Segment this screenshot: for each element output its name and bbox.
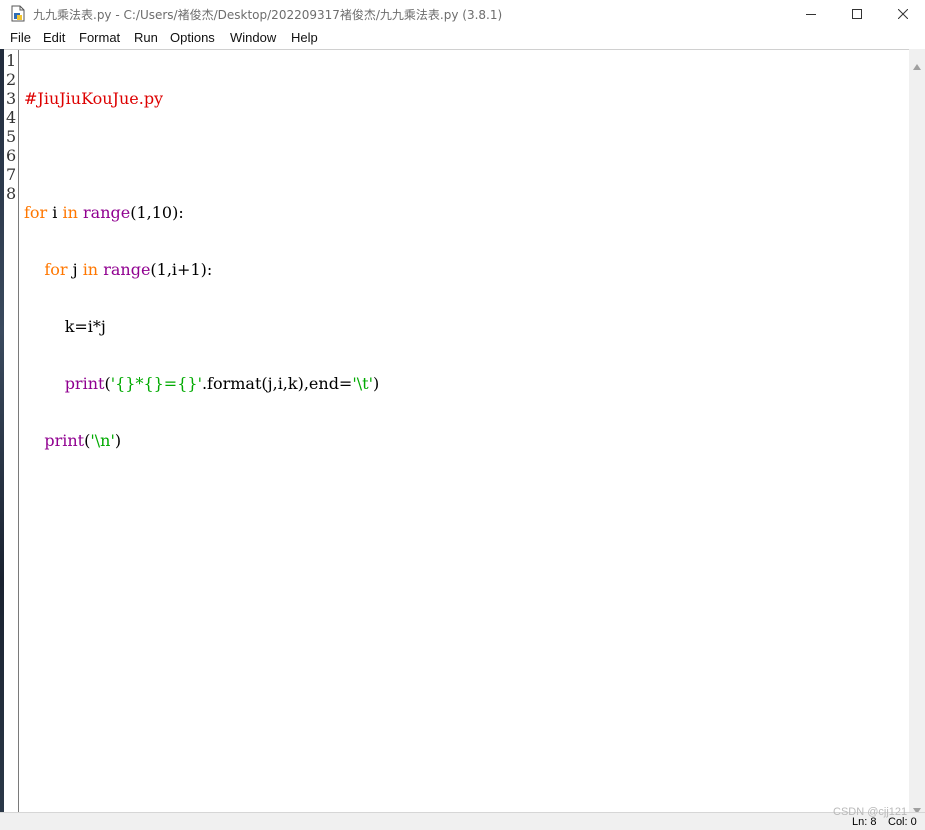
code-token: ): [372, 374, 380, 393]
menu-bar: File Edit Format Run Options Window Help: [0, 28, 925, 49]
maximize-icon: [852, 9, 862, 19]
menu-run[interactable]: Run: [134, 30, 158, 45]
code-line-4: for j in range(1,i+1):: [24, 260, 379, 279]
close-icon: [898, 9, 908, 19]
line-number: 4: [6, 108, 17, 127]
line-number: 3: [6, 89, 17, 108]
minimize-icon: [806, 9, 816, 19]
vertical-scrollbar[interactable]: [909, 49, 925, 814]
builtin-token: range: [83, 203, 131, 222]
title-bar[interactable]: 九九乘法表.py - C:/Users/褚俊杰/Desktop/20220931…: [0, 0, 925, 28]
builtin-token: print: [64, 374, 105, 393]
idle-file-icon: [10, 5, 26, 22]
line-number: 1: [6, 51, 17, 70]
keyword-token: in: [62, 203, 78, 222]
keyword-token: for: [44, 260, 68, 279]
code-token: k=i*j: [24, 317, 106, 336]
status-line: Ln: 8: [852, 816, 877, 828]
code-token: .format(j,i,k),end=: [201, 374, 353, 393]
window-title: 九九乘法表.py - C:/Users/褚俊杰/Desktop/20220931…: [33, 8, 503, 22]
close-button[interactable]: [880, 0, 925, 28]
keyword-token: for: [24, 203, 48, 222]
code-line-3: for i in range(1,10):: [24, 203, 379, 222]
builtin-token: print: [44, 431, 85, 450]
code-token: j: [67, 260, 83, 279]
maximize-button[interactable]: [834, 0, 880, 28]
builtin-token: range: [103, 260, 151, 279]
code-token: (1,i+1):: [150, 260, 213, 279]
string-token: '\n': [90, 431, 115, 450]
code-line-1: #JiuJiuKouJue.py: [24, 89, 379, 108]
string-token: '{}*{}={}': [110, 374, 202, 393]
menu-format[interactable]: Format: [79, 30, 120, 45]
comment-token: #JiuJiuKouJue.py: [24, 89, 164, 108]
line-number-gutter: 1 2 3 4 5 6 7 8: [4, 50, 19, 812]
line-number: 5: [6, 127, 17, 146]
keyword-token: in: [82, 260, 99, 279]
menu-window[interactable]: Window: [230, 30, 276, 45]
string-token: '\t': [352, 374, 373, 393]
menu-help[interactable]: Help: [291, 30, 318, 45]
code-token: ): [114, 431, 122, 450]
minimize-button[interactable]: [788, 0, 834, 28]
line-number: 2: [6, 70, 17, 89]
line-number: 6: [6, 146, 17, 165]
code-token: (1,10):: [130, 203, 184, 222]
scroll-up-icon[interactable]: [913, 55, 921, 74]
menu-edit[interactable]: Edit: [43, 30, 65, 45]
line-number: 8: [6, 184, 17, 203]
code-line-7: print('\n'): [24, 431, 379, 450]
code-token: i: [47, 203, 63, 222]
status-column: Col: 0: [888, 816, 917, 828]
code-line-5: k=i*j: [24, 317, 379, 336]
line-number: 7: [6, 165, 17, 184]
menu-options[interactable]: Options: [170, 30, 215, 45]
menu-file[interactable]: File: [10, 30, 31, 45]
code-text[interactable]: #JiuJiuKouJue.py for i in range(1,10): f…: [24, 51, 379, 526]
code-line-6: print('{}*{}={}'.format(j,i,k),end='\t'): [24, 374, 380, 393]
status-bar: [0, 812, 925, 830]
